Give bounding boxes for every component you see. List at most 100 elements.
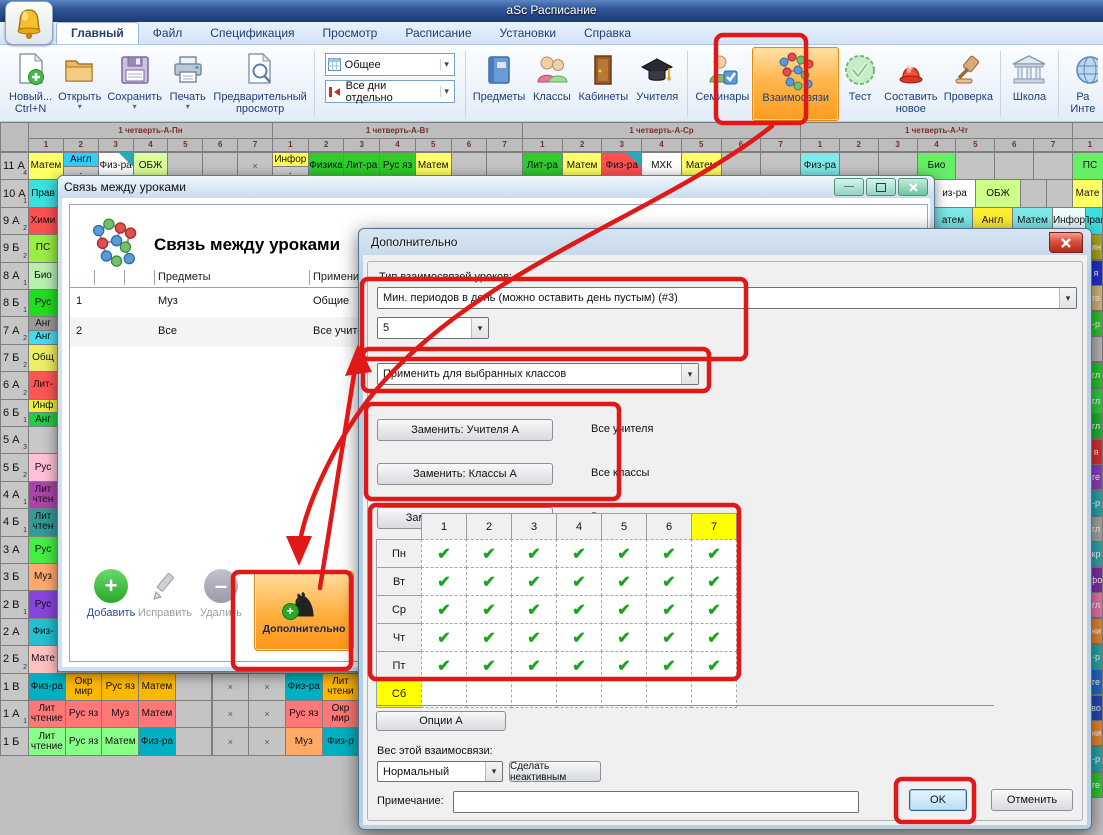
grid-check-cell[interactable]: ✔ [511,651,557,680]
class-row-label[interactable]: 7 Б2 [0,344,29,372]
make-inactive-button[interactable]: Сделать неактивным [509,761,601,782]
grid-check-cell[interactable]: ✔ [601,651,647,680]
timetable-cell[interactable] [28,426,58,454]
timetable-cell[interactable]: Прав [28,179,58,207]
ok-button[interactable]: OK [909,789,967,811]
grid-check-cell[interactable]: ✔ [646,623,692,652]
timetable-cell[interactable]: Физ-р [322,727,360,755]
column-header-subjects[interactable]: Предметы [158,271,211,283]
class-row-label[interactable]: 3 А [0,536,29,564]
close-icon[interactable] [1049,232,1083,253]
period-header[interactable]: 2 [562,138,603,152]
timetable-cell[interactable]: Муз [285,727,323,755]
period-header[interactable]: 5 [167,138,203,152]
timetable-cell[interactable] [955,152,995,180]
timetable-cell[interactable]: Лит- [28,371,58,399]
grid-period-header[interactable]: 3 [511,513,557,540]
column-header-apply[interactable]: Примени [313,271,359,283]
period-header[interactable]: 4 [133,138,169,152]
grid-check-cell[interactable]: ✔ [601,623,647,652]
grid-check-cell[interactable]: ✔ [601,539,647,568]
print-dropdown-caret[interactable]: ▾ [186,103,190,110]
timetable-cell[interactable] [1033,152,1073,180]
timetable-cell[interactable]: Рус яз [65,727,103,755]
timetable-cell[interactable]: Муз [28,563,58,591]
timetable-cell[interactable] [1020,179,1047,207]
class-row-label[interactable]: 4 Б1 [0,508,29,536]
cancel-button[interactable]: Отменить [991,789,1073,811]
grid-check-cell[interactable]: ✔ [466,595,512,624]
grid-check-cell[interactable]: ✔ [556,539,602,568]
period-header[interactable]: 3 [878,138,918,152]
grid-day-label[interactable]: Пн [376,539,422,568]
advanced-button[interactable]: ♞+ Дополнительно [254,571,354,651]
timetable-cell[interactable]: × [212,700,250,728]
grid-check-cell[interactable]: ✔ [691,623,737,652]
timetable-cell[interactable]: Рус [28,289,58,317]
period-header[interactable]: 4 [379,138,416,152]
asc-bell-logo-icon[interactable] [5,1,53,45]
tab-Расписание[interactable]: Расписание [391,23,485,44]
grid-day-label[interactable]: Вт [376,567,422,596]
class-row-label[interactable]: 9 Б2 [0,234,29,262]
period-header[interactable]: 3 [98,138,134,152]
relation-type-select[interactable]: Мин. периодов в день (можно оставить ден… [377,287,1077,309]
grid-period-header[interactable]: 2 [466,513,512,540]
timetable-cell[interactable]: Физ- [28,618,58,646]
grid-period-header[interactable]: 1 [421,513,467,540]
grid-period-header[interactable]: 4 [556,513,602,540]
grid-check-cell[interactable] [556,679,602,708]
timetable-cell[interactable]: Рус [28,590,58,618]
tab-Установки[interactable]: Установки [486,23,570,44]
grid-check-cell[interactable] [601,679,647,708]
timetable-cell[interactable] [175,700,213,728]
timetable-cell[interactable]: Анг [28,412,58,427]
grid-check-cell[interactable]: ✔ [421,567,467,596]
grid-check-cell[interactable] [466,679,512,708]
grid-check-cell[interactable]: ✔ [421,595,467,624]
weight-select[interactable]: Нормальный ▾ [377,761,503,782]
grid-check-cell[interactable]: ✔ [466,539,512,568]
grid-period-header[interactable]: 7 [691,513,737,540]
period-header[interactable]: 7 [237,138,273,152]
new-button[interactable]: Новый... Ctrl+N [6,47,55,121]
grid-check-cell[interactable] [691,679,737,708]
dialog1-titlebar[interactable]: Связь между уроками — [58,176,934,198]
period-header[interactable]: 6 [994,138,1034,152]
period-header[interactable]: 1 [800,138,840,152]
grid-check-cell[interactable] [511,679,557,708]
grid-check-cell[interactable] [421,679,467,708]
timetable-cell[interactable]: Англ [63,152,99,167]
period-header[interactable]: 6 [202,138,238,152]
open-dropdown-caret[interactable]: ▾ [78,103,82,110]
grid-check-cell[interactable] [646,679,692,708]
tab-Спецификация[interactable]: Спецификация [196,23,308,44]
timetable-cell[interactable]: Анг [28,330,58,345]
timetable-cell[interactable]: × [212,673,250,701]
timetable-cell[interactable]: Рус яз [65,700,103,728]
timetable-cell[interactable]: Физ-ра [285,673,323,701]
grid-check-cell[interactable]: ✔ [646,567,692,596]
timetable-cell[interactable]: ОБЖ [975,179,1021,207]
period-header[interactable]: 4 [641,138,682,152]
class-row-label[interactable]: 6 А2 [0,371,29,399]
timetable-cell[interactable]: Рус [28,453,58,481]
period-header[interactable]: 6 [721,138,762,152]
timetable-cell[interactable] [1046,179,1073,207]
timetable-cell[interactable]: Инф [28,399,58,414]
timetable-cell[interactable]: × [248,727,286,755]
view-mode-select[interactable]: Общее ▾ [325,53,455,76]
grid-day-label[interactable]: Ср [376,595,422,624]
timetable-cell[interactable]: × [248,673,286,701]
period-count-select[interactable]: 5 ▾ [377,317,489,339]
period-header[interactable]: 1 [522,138,563,152]
timetable-cell[interactable]: Хими [28,207,58,235]
timetable-cell[interactable]: Лит чтение [28,700,66,728]
timetable-cell[interactable]: Анг [28,316,58,331]
add-button[interactable]: + Добавить [82,569,140,619]
check-button[interactable]: Проверка [940,47,996,121]
class-row-label[interactable]: 2 А [0,618,29,646]
timetable-cell[interactable]: × [212,727,250,755]
period-header[interactable]: 7 [760,138,801,152]
timetable-cell[interactable]: Инфор [272,152,309,167]
